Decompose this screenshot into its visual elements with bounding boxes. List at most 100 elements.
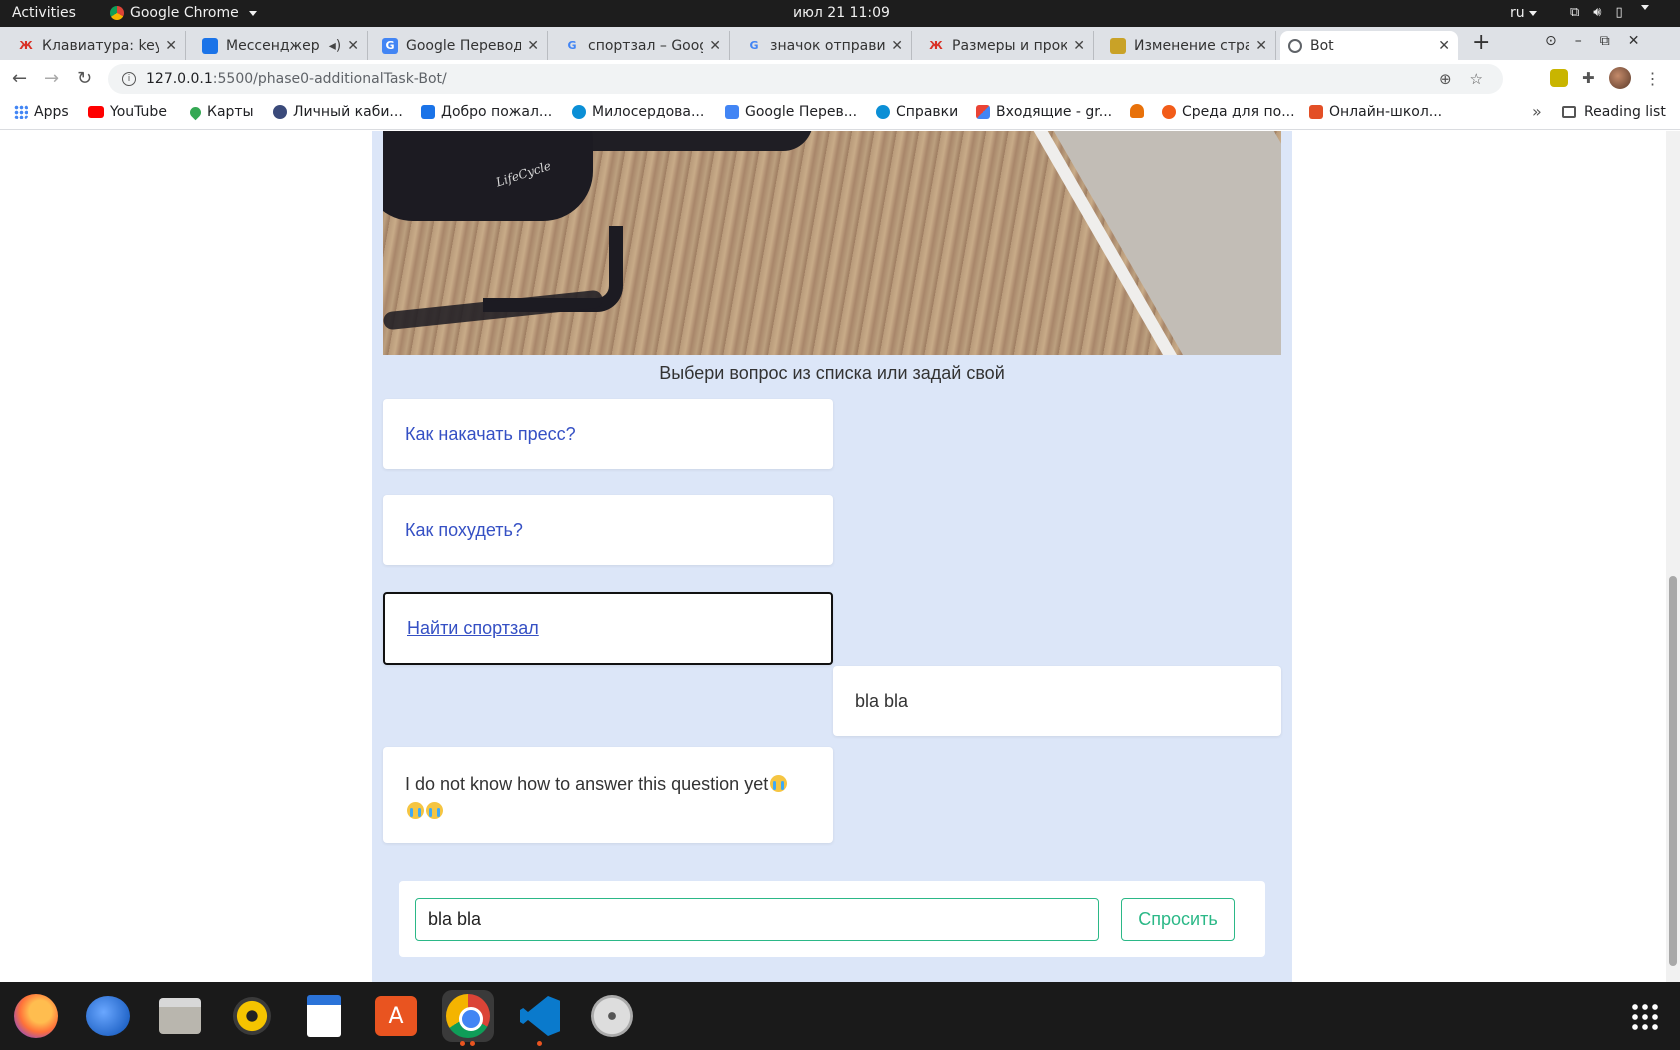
crying-emoji-icon	[407, 802, 424, 819]
dock-writer[interactable]	[298, 990, 350, 1042]
tab-strip: Ж Клавиатура: keyc ✕ Мессенджер ◂) ✕ G G…	[0, 27, 1680, 60]
bookmark-star-icon[interactable]: ☆	[1470, 70, 1483, 88]
bookmark-help[interactable]: Справки	[876, 104, 958, 120]
translate-icon	[725, 105, 739, 119]
close-tab-icon[interactable]: ✕	[165, 38, 177, 54]
close-tab-icon[interactable]: ✕	[1073, 38, 1085, 54]
bookmark-gmail-inbox[interactable]: Входящие - gr...	[976, 104, 1112, 120]
back-arrow-icon[interactable]: ←	[12, 68, 27, 89]
ask-button[interactable]: Спросить	[1121, 898, 1235, 941]
dock-chrome[interactable]	[442, 990, 494, 1046]
tab-favicon-icon	[202, 37, 218, 54]
bookmark-youtube[interactable]: YouTube	[88, 104, 167, 120]
bookmark-fox[interactable]	[1130, 104, 1144, 118]
bookmark-apps[interactable]: Apps	[14, 104, 69, 120]
tab-gym-search[interactable]: G спортзал – Google ✕	[556, 31, 730, 60]
bookmark-label: Google Перев...	[745, 104, 858, 120]
dock-disc[interactable]	[586, 990, 638, 1042]
close-tab-icon[interactable]: ✕	[709, 38, 721, 54]
tab-bot[interactable]: Bot ✕	[1280, 31, 1458, 60]
restore-icon[interactable]: ⧉	[1600, 33, 1610, 49]
question-input[interactable]	[415, 898, 1099, 941]
dock-thunderbird[interactable]	[82, 990, 134, 1042]
bot-chat-panel: LifeCycle Выбери вопрос из списка или за…	[372, 131, 1292, 982]
tab-sizes-scroll[interactable]: Ж Размеры и прокр ✕	[920, 31, 1094, 60]
dock-firefox[interactable]	[10, 990, 62, 1042]
reading-list-button[interactable]: Reading list	[1562, 104, 1666, 120]
tab-send-icon-search[interactable]: G значок отправить ✕	[738, 31, 912, 60]
tab-messenger[interactable]: Мессенджер ◂) ✕	[194, 31, 368, 60]
tab-page-change[interactable]: Изменение стран ✕	[1102, 31, 1276, 60]
close-tab-icon[interactable]: ✕	[347, 38, 359, 54]
page-viewport[interactable]: LifeCycle Выбери вопрос из списка или за…	[0, 131, 1680, 982]
youtube-icon	[88, 106, 104, 118]
bookmark-maps[interactable]: Карты	[187, 104, 254, 120]
page-scrollbar[interactable]	[1666, 131, 1680, 982]
system-tray[interactable]: ⧉ 🔊︎ ▯	[1570, 5, 1649, 20]
zoom-icon[interactable]: ⊕	[1439, 70, 1452, 88]
rhythmbox-icon	[233, 997, 271, 1035]
bookmark-welcome[interactable]: Добро пожал...	[421, 104, 552, 120]
running-indicator	[460, 1041, 465, 1046]
dock-files[interactable]	[154, 990, 206, 1042]
bookmark-dev-environment[interactable]: Среда для по...	[1162, 104, 1295, 120]
ubuntu-dock: A	[0, 982, 1680, 1050]
kebab-menu-icon[interactable]: ⋮	[1645, 69, 1661, 88]
bookmark-online-school[interactable]: Онлайн-школ...	[1309, 104, 1442, 120]
tab-keyboard[interactable]: Ж Клавиатура: keyc ✕	[10, 31, 186, 60]
bookmark-label: Карты	[207, 104, 254, 120]
keyboard-layout-label: ru	[1510, 5, 1525, 21]
close-tab-icon[interactable]: ✕	[1255, 38, 1267, 54]
close-tab-icon[interactable]: ✕	[1438, 38, 1450, 54]
bookmark-label: Справки	[896, 104, 959, 120]
dock-show-apps[interactable]	[1618, 990, 1670, 1042]
running-indicator	[537, 1041, 542, 1046]
reading-list-icon	[1562, 106, 1576, 118]
clock[interactable]: июл 21 11:09	[793, 5, 890, 21]
bookmarks-overflow-icon[interactable]: »	[1532, 102, 1542, 121]
activities-button[interactable]: Activities	[12, 5, 76, 21]
close-tab-icon[interactable]: ✕	[891, 38, 903, 54]
files-icon	[159, 998, 201, 1034]
address-bar[interactable]: i 127.0.0.1:5500/phase0-additionalTask-B…	[108, 64, 1503, 94]
new-tab-button[interactable]: +	[1472, 30, 1490, 55]
option-lose-weight[interactable]: Как похудеть?	[383, 495, 833, 565]
extension-icon[interactable]	[1550, 69, 1568, 87]
reading-list-label: Reading list	[1584, 104, 1666, 120]
forward-arrow-icon[interactable]: →	[44, 68, 59, 89]
dock-rhythmbox[interactable]	[226, 990, 278, 1042]
option-find-gym[interactable]: Найти спортзал	[383, 592, 833, 665]
option-press[interactable]: Как накачать пресс?	[383, 399, 833, 469]
bot-reply-label: I do not know how to answer this questio…	[405, 774, 769, 794]
option-label: Найти спортзал	[407, 618, 539, 638]
dock-vscode[interactable]	[514, 990, 566, 1046]
message-composer: Спросить	[399, 881, 1265, 957]
extensions-puzzle-icon[interactable]: ✚	[1582, 69, 1595, 87]
app-menu[interactable]: Google Chrome	[110, 5, 257, 21]
keyboard-layout-indicator[interactable]: ru	[1510, 5, 1537, 21]
bookmark-label: Среда для по...	[1182, 104, 1295, 120]
profile-avatar[interactable]	[1608, 67, 1631, 89]
scrollbar-thumb[interactable]	[1669, 576, 1677, 966]
bookmarks-bar: Apps YouTube Карты Личный каби... Добро …	[0, 98, 1680, 130]
show-apps-icon	[1630, 1002, 1658, 1030]
bookmark-miloserdova[interactable]: Милосердова...	[572, 104, 704, 120]
reload-icon[interactable]: ↻	[77, 68, 92, 89]
bookmark-personal-cabinet[interactable]: Личный каби...	[273, 104, 403, 120]
hero-floor-mat	[1042, 131, 1281, 355]
cabinet-icon	[273, 105, 287, 119]
volume-icon: 🔊︎	[1593, 5, 1602, 20]
mute-tab-icon[interactable]: ◂)	[329, 38, 342, 54]
close-window-icon[interactable]: ✕	[1628, 33, 1640, 49]
bookmark-google-translate[interactable]: Google Перев...	[725, 104, 857, 120]
site-info-icon[interactable]: i	[122, 72, 136, 86]
tab-search-icon[interactable]: ⊙	[1545, 33, 1557, 49]
close-tab-icon[interactable]: ✕	[527, 38, 539, 54]
circle-logo-icon	[876, 105, 890, 119]
dock-software[interactable]: A	[370, 990, 422, 1042]
minimize-icon[interactable]: –	[1575, 33, 1582, 49]
tab-title: Клавиатура: keyc	[42, 37, 160, 54]
battery-icon: ▯	[1615, 5, 1623, 20]
tab-google-translate[interactable]: G Google Переводчик ✕	[374, 31, 548, 60]
tab-favicon-icon: G	[567, 39, 577, 52]
